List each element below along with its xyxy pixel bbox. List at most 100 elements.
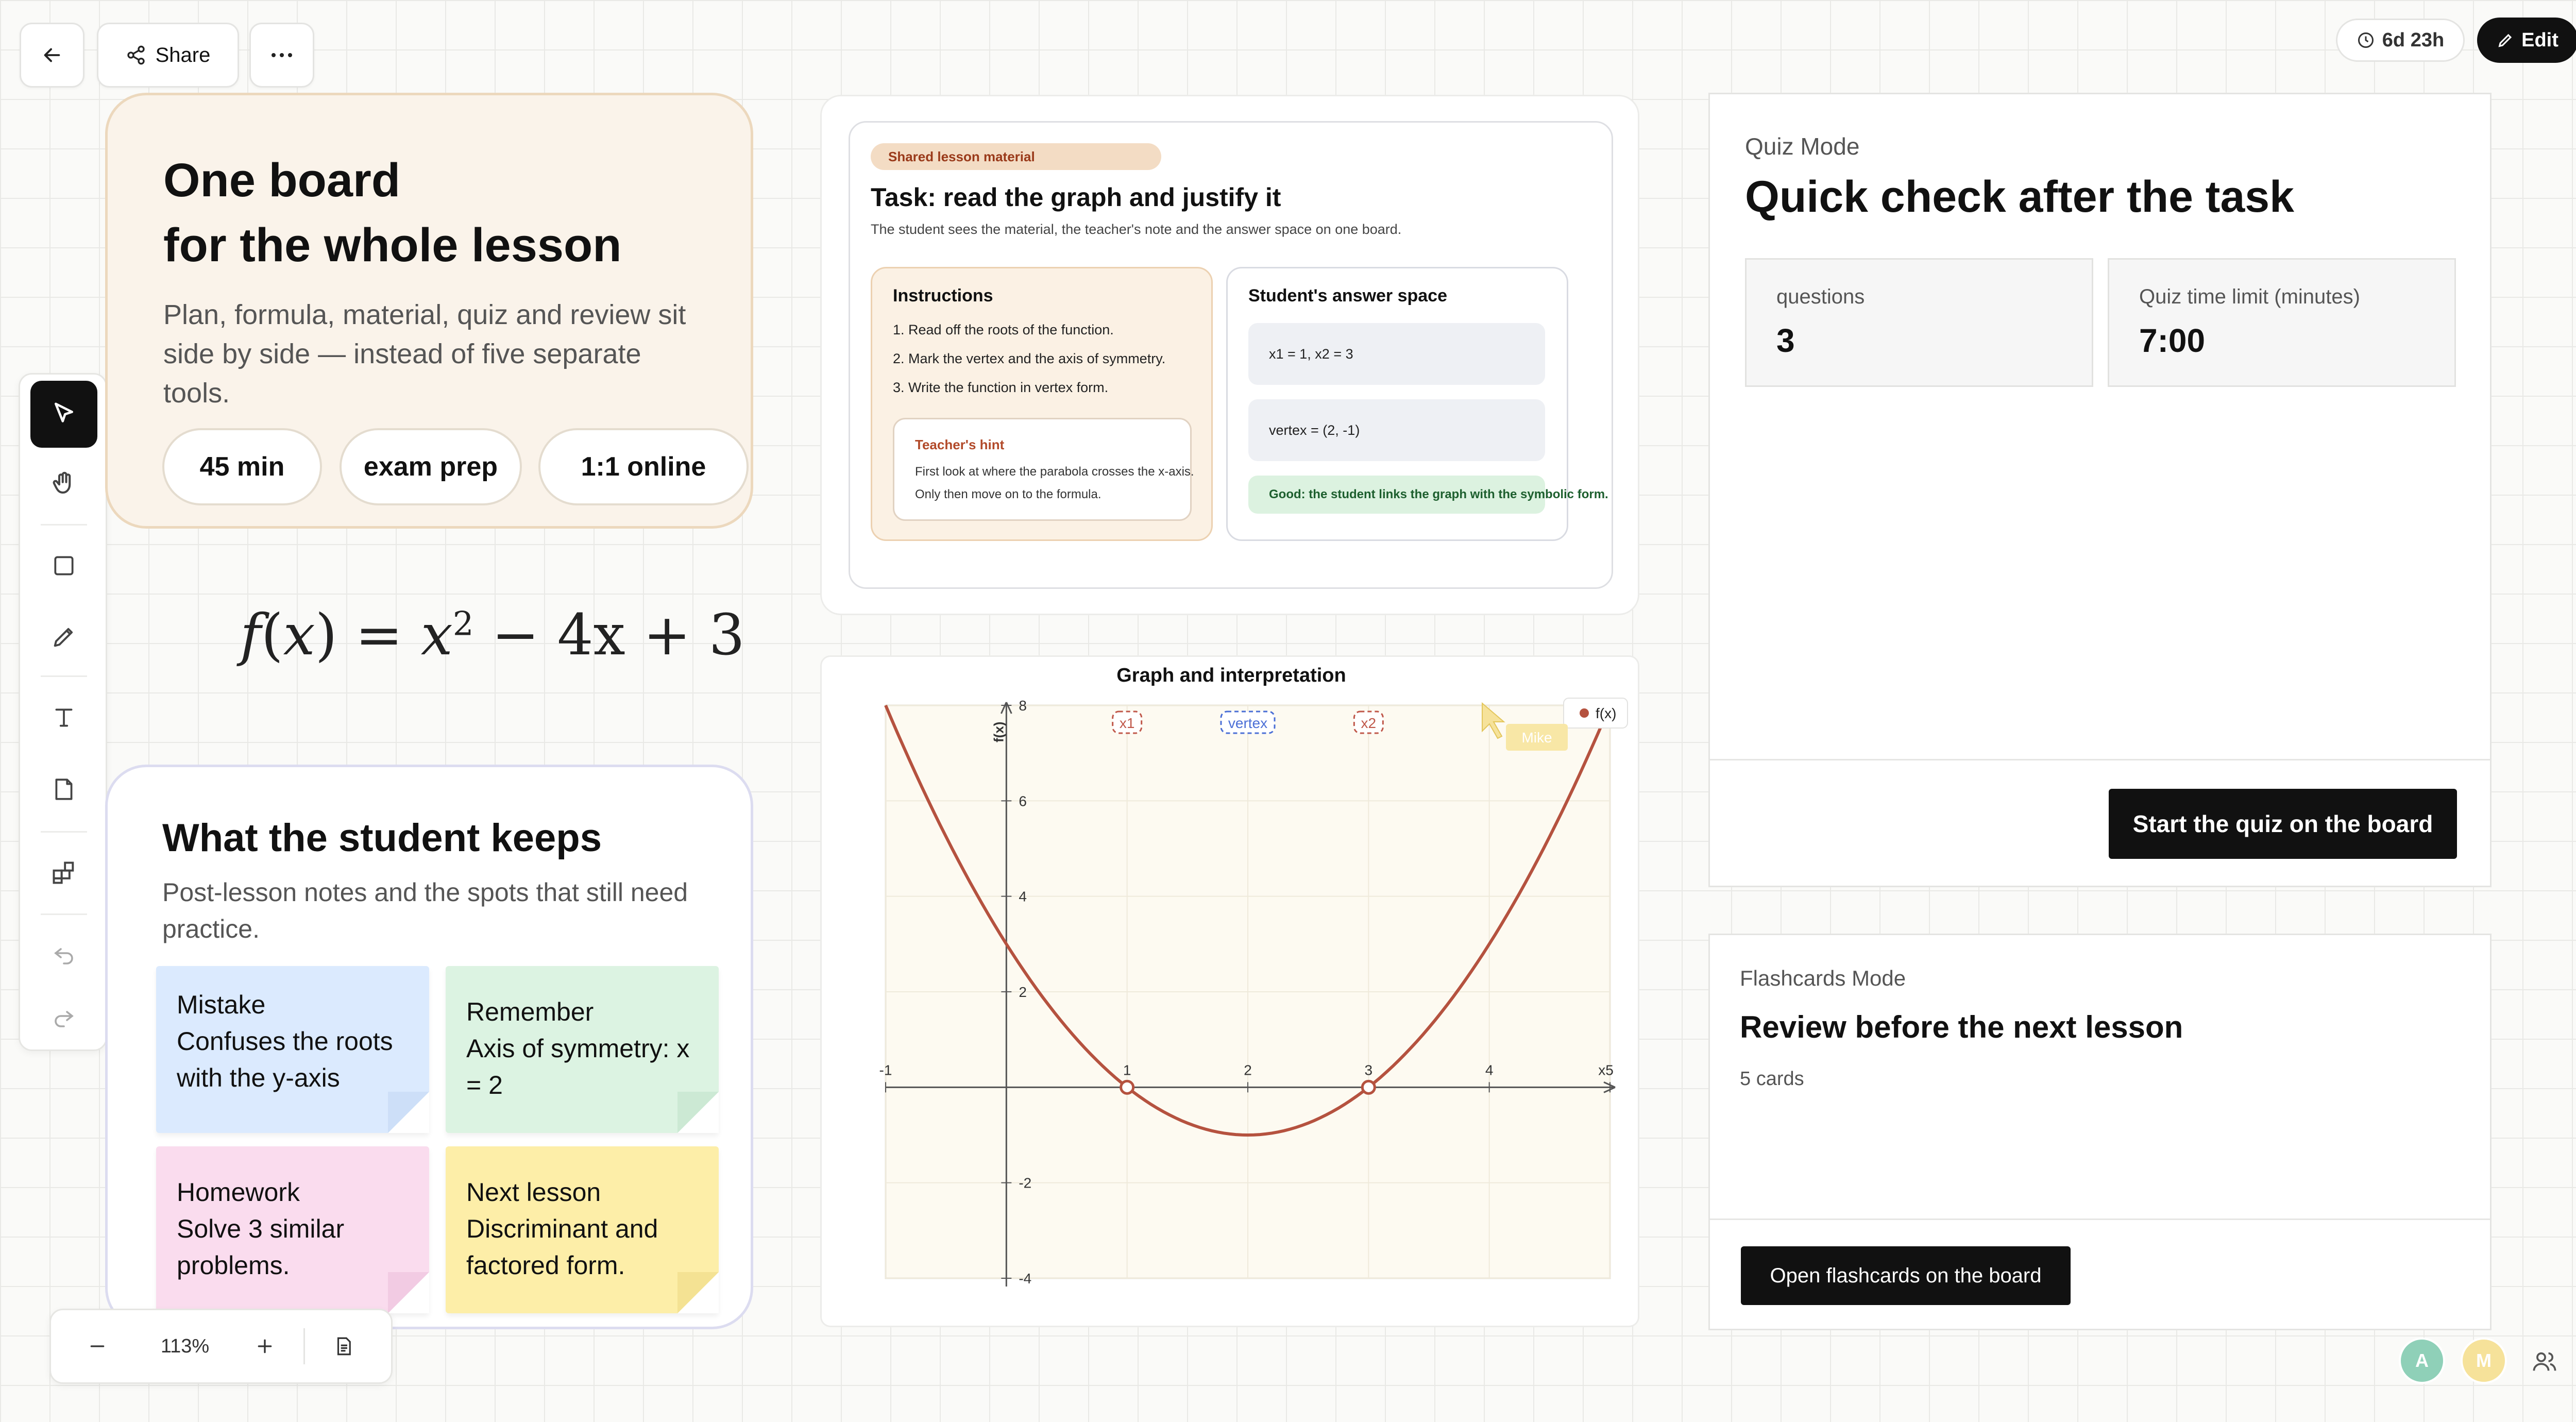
templates-tool-button[interactable] — [30, 839, 97, 906]
clock-icon — [2358, 32, 2374, 48]
sticky-note-remember[interactable]: Remember Axis of symmetry: x = 2 — [446, 966, 719, 1133]
shared-material-tag: Shared lesson material — [871, 143, 1161, 170]
note-heading: Remember — [466, 997, 594, 1026]
x-tick-label: -1 — [879, 1062, 892, 1078]
timer-label: 6d 23h — [2382, 29, 2445, 51]
chip-exam-prep: exam prep — [340, 428, 522, 505]
chip-format: 1:1 online — [538, 428, 749, 505]
note-fold — [388, 1092, 429, 1133]
graph-title: Graph and interpretation — [1116, 665, 1346, 686]
x-tick-label: x5 — [1598, 1062, 1614, 1078]
square-icon — [54, 556, 74, 575]
formula-paren-open: ( — [261, 602, 283, 668]
edit-button[interactable]: Edit — [2477, 18, 2576, 63]
formula-exponent: 2 — [452, 605, 474, 644]
more-options-button[interactable] — [249, 23, 314, 88]
hint-title: Teacher's hint — [915, 437, 1005, 452]
questions-count-box: questions 3 — [1745, 258, 2093, 387]
teacher-hint: Teacher's hint First look at where the p… — [893, 418, 1194, 521]
flashcards-divider — [1710, 1218, 2490, 1220]
y-tick-label: 8 — [1019, 698, 1027, 714]
undo-button[interactable] — [30, 920, 97, 987]
instruction-3: 3. Write the function in vertex form. — [893, 380, 1109, 395]
plus-icon — [258, 1339, 272, 1353]
quiz-mode-label: Quiz Mode — [1745, 133, 1860, 160]
document-icon — [337, 1337, 351, 1356]
formula-rest: − 4x + 3 — [473, 602, 745, 668]
flashcards-count: 5 cards — [1740, 1068, 1804, 1090]
material-subtitle: The student sees the material, the teach… — [871, 222, 1402, 237]
session-timer[interactable]: 6d 23h — [2336, 19, 2465, 62]
lesson-title-line2: for the whole lesson — [163, 219, 622, 272]
quiz-divider — [1710, 759, 2490, 760]
formula-x: x — [283, 602, 315, 668]
cursor-icon — [55, 402, 73, 422]
instructions-panel: Instructions 1. Read off the roots of th… — [871, 267, 1213, 541]
text-tool-button[interactable] — [30, 684, 97, 751]
share-label: Share — [155, 43, 211, 66]
sticky-note-homework[interactable]: Homework Solve 3 similar problems. — [156, 1146, 429, 1313]
zoom-in-button[interactable] — [226, 1309, 303, 1384]
note-heading: Next lesson — [466, 1178, 601, 1207]
users-icon — [2533, 1352, 2556, 1371]
answer-roots[interactable]: x1 = 1, x2 = 3 — [1248, 323, 1545, 385]
hand-tool-button[interactable] — [30, 450, 97, 517]
page-view-button[interactable] — [305, 1309, 382, 1384]
flashcards-mode-card[interactable]: Flashcards Mode Review before the next l… — [1708, 934, 2492, 1330]
lesson-material-frame[interactable]: Shared lesson material Task: read the gr… — [820, 95, 1639, 615]
zoom-level[interactable]: 113% — [144, 1335, 226, 1358]
start-quiz-button[interactable]: Start the quiz on the board — [2109, 789, 2457, 859]
flashcards-title: Review before the next lesson — [1740, 1010, 2183, 1044]
redo-icon — [55, 1011, 74, 1027]
left-toolbar — [19, 373, 107, 1051]
cursor-name-label: Mike — [1521, 730, 1552, 746]
x-tick-label: 3 — [1365, 1062, 1373, 1078]
note-text: Solve 3 similar problems. — [177, 1214, 345, 1280]
answer-vertex[interactable]: vertex = (2, -1) — [1248, 399, 1545, 461]
zoom-controls: 113% — [49, 1309, 393, 1384]
graph-card[interactable]: Graph and interpretation f(x) -1 1 2 3 4 x5 8 6 4 2… — [820, 655, 1639, 1327]
root-point-x2 — [1361, 1079, 1376, 1095]
pencil-icon — [54, 628, 73, 647]
sticky-note-mistake[interactable]: Mistake Confuses the roots with the y-ax… — [156, 966, 429, 1133]
note-fold — [677, 1272, 719, 1313]
formula-x-squared: x — [420, 602, 453, 668]
x-tick-label: 1 — [1123, 1062, 1131, 1078]
collaborator-avatar-a[interactable]: A — [2399, 1338, 2445, 1384]
zoom-out-button[interactable] — [51, 1309, 144, 1384]
note-text: Axis of symmetry: x = 2 — [466, 1034, 690, 1099]
lesson-overview-card[interactable]: One board for the whole lesson Plan, for… — [105, 93, 753, 529]
share-button[interactable]: Share — [97, 23, 239, 88]
hand-icon — [53, 471, 71, 494]
time-limit-value: 7:00 — [2139, 322, 2206, 359]
flashcards-mode-label: Flashcards Mode — [1740, 966, 1906, 990]
hint-text: First look at where the parabola crosses… — [915, 465, 1194, 501]
formula-object[interactable]: f(x) = x2 − 4x + 3 — [240, 602, 745, 668]
keeps-subtitle: Post-lesson notes and the spots that sti… — [162, 878, 688, 943]
quiz-mode-card[interactable]: Quiz Mode Quick check after the task que… — [1708, 93, 2492, 887]
redo-button[interactable] — [30, 983, 97, 1049]
formula-equals: = — [337, 602, 421, 668]
collaborators-button[interactable] — [2520, 1338, 2569, 1386]
open-flashcards-button[interactable]: Open flashcards on the board — [1741, 1246, 2071, 1305]
select-tool-button[interactable] — [30, 381, 97, 448]
y-axis-label: f(x) — [991, 722, 1006, 742]
chip-duration: 45 min — [162, 428, 322, 505]
instruction-1: 1. Read off the roots of the function. — [893, 322, 1114, 337]
note-heading: Mistake — [177, 990, 266, 1019]
lesson-material-card: Shared lesson material Task: read the gr… — [849, 121, 1613, 589]
y-tick-label: 6 — [1019, 793, 1027, 809]
more-horizontal-icon — [272, 53, 292, 57]
student-keeps-card[interactable]: What the student keeps Post-lesson notes… — [105, 765, 753, 1329]
quiz-title: Quick check after the task — [1745, 172, 2294, 222]
pencil-tool-button[interactable] — [30, 603, 97, 670]
collaborator-avatar-m[interactable]: M — [2461, 1338, 2507, 1384]
note-text: Confuses the roots with the y-axis — [177, 1027, 393, 1092]
formula-f: f — [240, 602, 261, 668]
sticky-note-tool-button[interactable] — [30, 756, 97, 823]
sticky-note-icon — [55, 778, 73, 800]
rectangle-tool-button[interactable] — [30, 532, 97, 599]
sticky-note-next-lesson[interactable]: Next lesson Discriminant and factored fo… — [446, 1146, 719, 1313]
y-tick-label: -2 — [1019, 1175, 1031, 1191]
back-button[interactable] — [20, 23, 84, 88]
